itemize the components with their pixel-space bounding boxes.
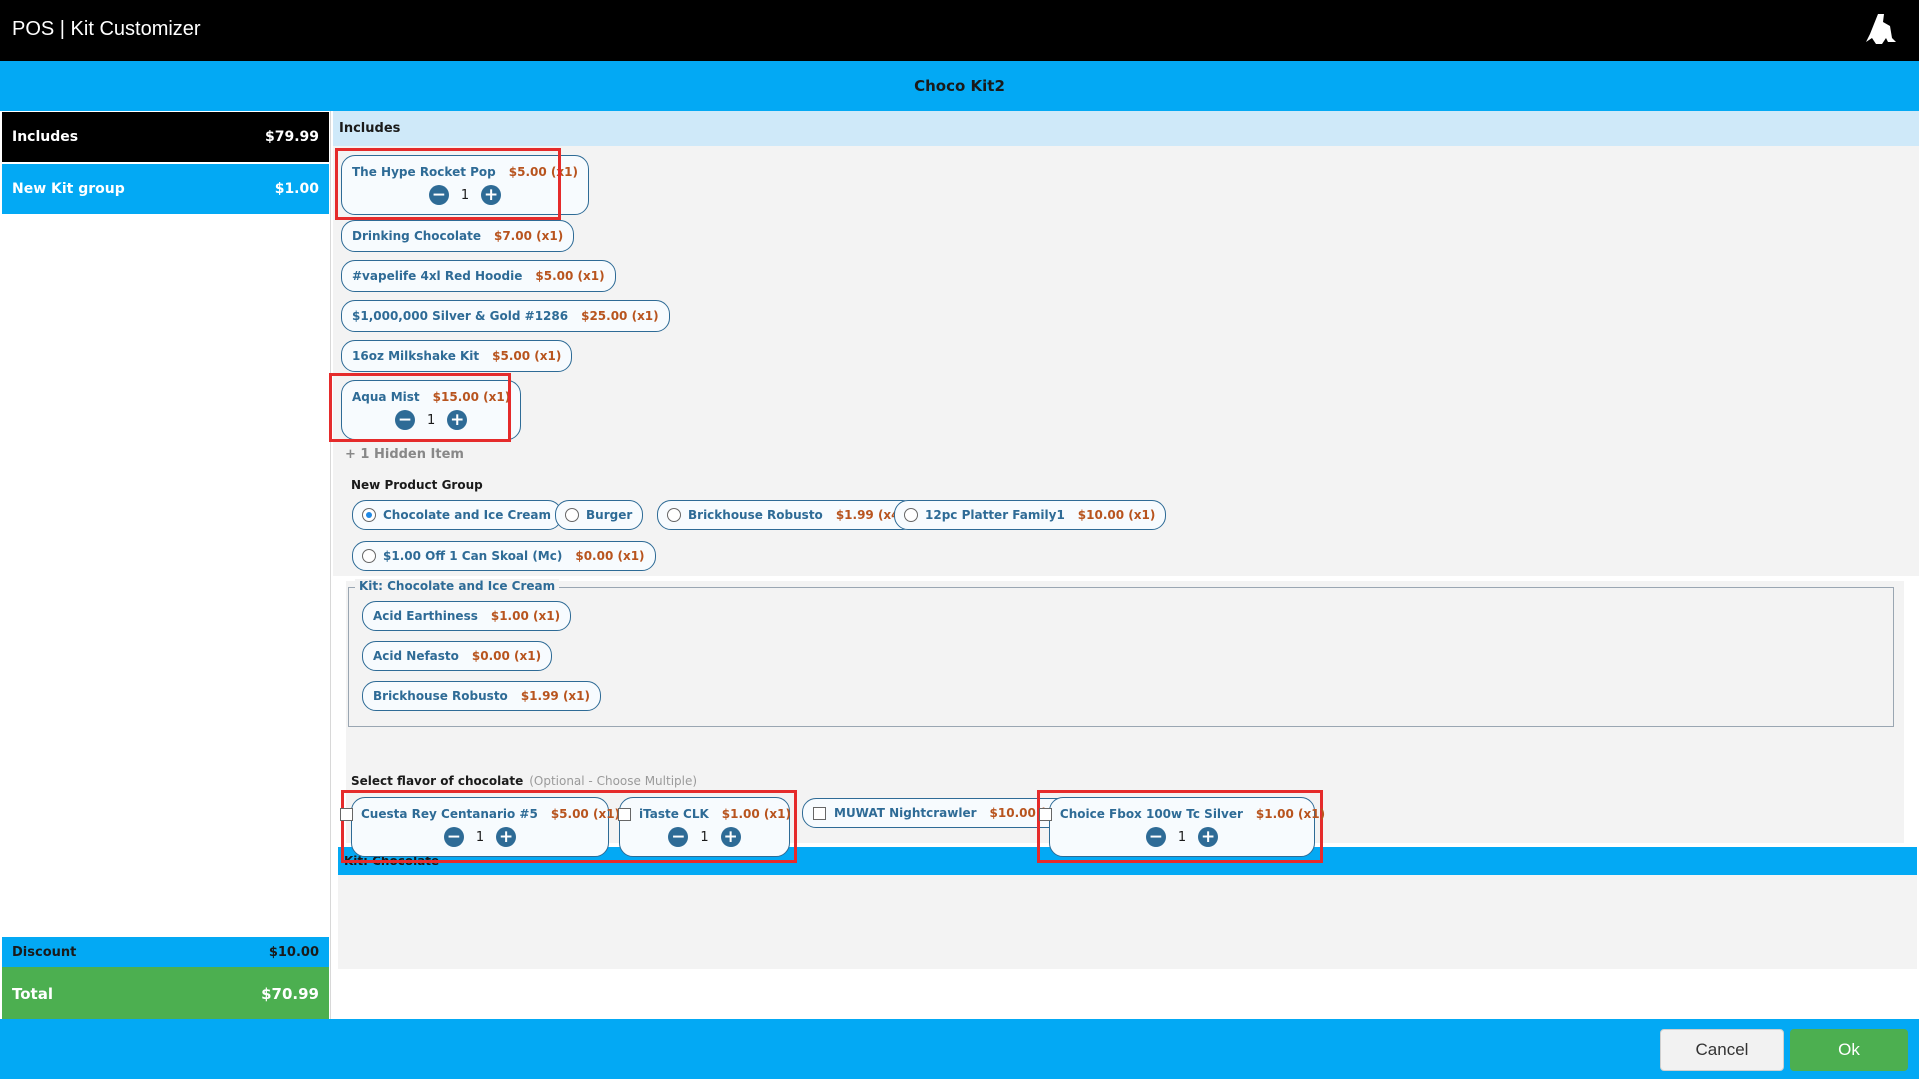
flavor-item[interactable]: iTaste CLK $1.00 (x1) − 1 + [618, 797, 791, 857]
include-item[interactable]: #vapelife 4xl Red Hoodie $5.00 (x1) [341, 260, 616, 292]
product-option[interactable]: $1.00 Off 1 Can Skoal (Mc) $0.00 (x1) [352, 541, 656, 571]
sidebar-item-label: New Kit group [12, 181, 125, 197]
kit-item[interactable]: Acid Earthiness $1.00 (x1) [362, 601, 572, 631]
item-price: $5.00 (x1) [492, 349, 562, 363]
kit-item[interactable]: Acid Nefasto $0.00 (x1) [362, 641, 553, 671]
highlight-box [329, 373, 511, 442]
quantity-value: 1 [475, 829, 485, 845]
app-logo-icon [1862, 12, 1898, 48]
checkbox[interactable] [813, 806, 826, 820]
item-name: Cuesta Rey Centanario #5 [360, 807, 538, 821]
product-option[interactable]: Chocolate and Ice Cream [352, 500, 562, 530]
flavor-title-text: Select flavor of chocolate [351, 774, 524, 788]
total-label: Total [12, 985, 53, 1003]
highlight-box [335, 148, 561, 220]
discount-label: Discount [12, 944, 77, 960]
item-name: iTaste CLK [639, 807, 709, 821]
quantity-stepper: − 1 + [443, 827, 517, 847]
radio-selected[interactable] [362, 508, 376, 522]
total-row: Total $70.99 [2, 967, 329, 1021]
sidebar-item-price: $1.00 [274, 181, 319, 197]
sidebar: Includes $79.99 New Kit group $1.00 Disc… [0, 111, 331, 1021]
checkbox[interactable] [339, 807, 353, 821]
include-item[interactable]: $1,000,000 Silver & Gold #1286 $25.00 (x1… [341, 300, 670, 332]
item-name: Acid Nefasto [373, 649, 459, 663]
plus-circle-icon[interactable]: + [1198, 827, 1219, 847]
option-name: Brickhouse Robusto [688, 508, 823, 522]
option-name: 12pc Platter Family1 [925, 508, 1065, 522]
total-value: $70.99 [261, 985, 319, 1003]
checkbox[interactable] [618, 807, 631, 821]
minus-circle-icon[interactable]: − [443, 827, 464, 847]
include-item[interactable]: Drinking Chocolate $7.00 (x1) [341, 220, 575, 252]
window-title: POS | Kit Customizer [12, 18, 201, 40]
product-group-title: New Product Group [351, 478, 483, 492]
sidebar-item-label: Includes [12, 129, 79, 145]
kit-header: Choco Kit2 [0, 61, 1919, 111]
option-price: $0.00 (x1) [575, 549, 645, 563]
minus-circle-icon[interactable]: − [1145, 827, 1166, 847]
quantity-value: 1 [700, 829, 709, 845]
flavor-title: Select flavor of chocolate (Optional - Ch… [351, 774, 697, 788]
item-name: MUWAT Nightcrawler [834, 806, 977, 820]
flavor-note: (Optional - Choose Multiple) [529, 774, 698, 788]
minus-circle-icon[interactable]: − [668, 827, 689, 847]
item-price: $1.99 (x1) [520, 689, 591, 703]
item-name: $1,000,000 Silver & Gold #1286 [352, 309, 569, 323]
radio-unselected[interactable] [362, 549, 376, 563]
sidebar-item-includes[interactable]: Includes $79.99 [2, 112, 329, 162]
item-price: $5.00 (x1) [535, 269, 605, 283]
item-name: #vapelife 4xl Red Hoodie [352, 269, 523, 283]
title-bar [0, 0, 1919, 61]
plus-circle-icon[interactable]: + [496, 827, 517, 847]
item-price: $1.00 (x1) [490, 609, 561, 623]
item-price: $7.00 (x1) [493, 229, 564, 243]
option-name: $1.00 Off 1 Can Skoal (Mc) [383, 549, 563, 563]
item-price: $5.00 (x1) [550, 807, 621, 821]
option-name: Burger [586, 508, 633, 522]
hidden-items-toggle[interactable]: + 1 Hidden Item [345, 447, 464, 462]
item-name: 16oz Milkshake Kit [352, 349, 480, 363]
quantity-value: 1 [1177, 829, 1187, 845]
quantity-stepper: − 1 + [1145, 827, 1219, 847]
sidebar-item-kit-group[interactable]: New Kit group $1.00 [2, 164, 329, 214]
radio-unselected[interactable] [565, 508, 579, 522]
item-price: $0.00 (x1) [471, 649, 542, 663]
includes-header: Includes [333, 111, 1919, 146]
product-option[interactable]: Burger [555, 500, 644, 530]
ok-button[interactable]: Ok [1790, 1029, 1908, 1071]
item-name: Acid Earthiness [373, 609, 478, 623]
radio-unselected[interactable] [904, 508, 918, 522]
radio-unselected[interactable] [667, 508, 681, 522]
footer-bar [0, 1019, 1919, 1079]
checkbox[interactable] [1038, 807, 1052, 821]
item-price: $1.00 (x1) [1255, 807, 1326, 821]
item-name: Brickhouse Robusto [373, 689, 508, 703]
item-name: Drinking Chocolate [352, 229, 481, 243]
discount-value: $10.00 [268, 944, 319, 960]
option-price: $10.00 (x1) [1077, 508, 1156, 522]
cancel-button[interactable]: Cancel [1660, 1029, 1784, 1071]
kit-name: Choco Kit2 [914, 77, 1005, 95]
include-item[interactable]: 16oz Milkshake Kit $5.00 (x1) [341, 340, 573, 372]
option-name: Chocolate and Ice Cream [383, 508, 551, 522]
item-name: Choice Fbox 100w Tc Silver [1059, 807, 1243, 821]
kit-chocolate-panel [338, 875, 1917, 969]
item-price: $25.00 (x1) [581, 309, 659, 323]
quantity-stepper: − 1 + [668, 827, 741, 847]
plus-circle-icon[interactable]: + [720, 827, 741, 847]
sidebar-item-price: $79.99 [264, 129, 319, 145]
item-price: $1.00 (x1) [721, 807, 791, 821]
flavor-item[interactable]: Choice Fbox 100w Tc Silver $1.00 (x1) − 1… [1038, 797, 1325, 857]
product-option[interactable]: Brickhouse Robusto $1.99 (x4) [657, 500, 917, 530]
kit-legend: Kit: Chocolate and Ice Cream [355, 579, 560, 593]
kit-item[interactable]: Brickhouse Robusto $1.99 (x1) [362, 681, 602, 711]
discount-row: Discount $10.00 [2, 937, 329, 967]
product-option[interactable]: 12pc Platter Family1 $10.00 (x1) [894, 500, 1167, 530]
flavor-item[interactable]: Cuesta Rey Centanario #5 $5.00 (x1) − 1 + [339, 797, 620, 857]
